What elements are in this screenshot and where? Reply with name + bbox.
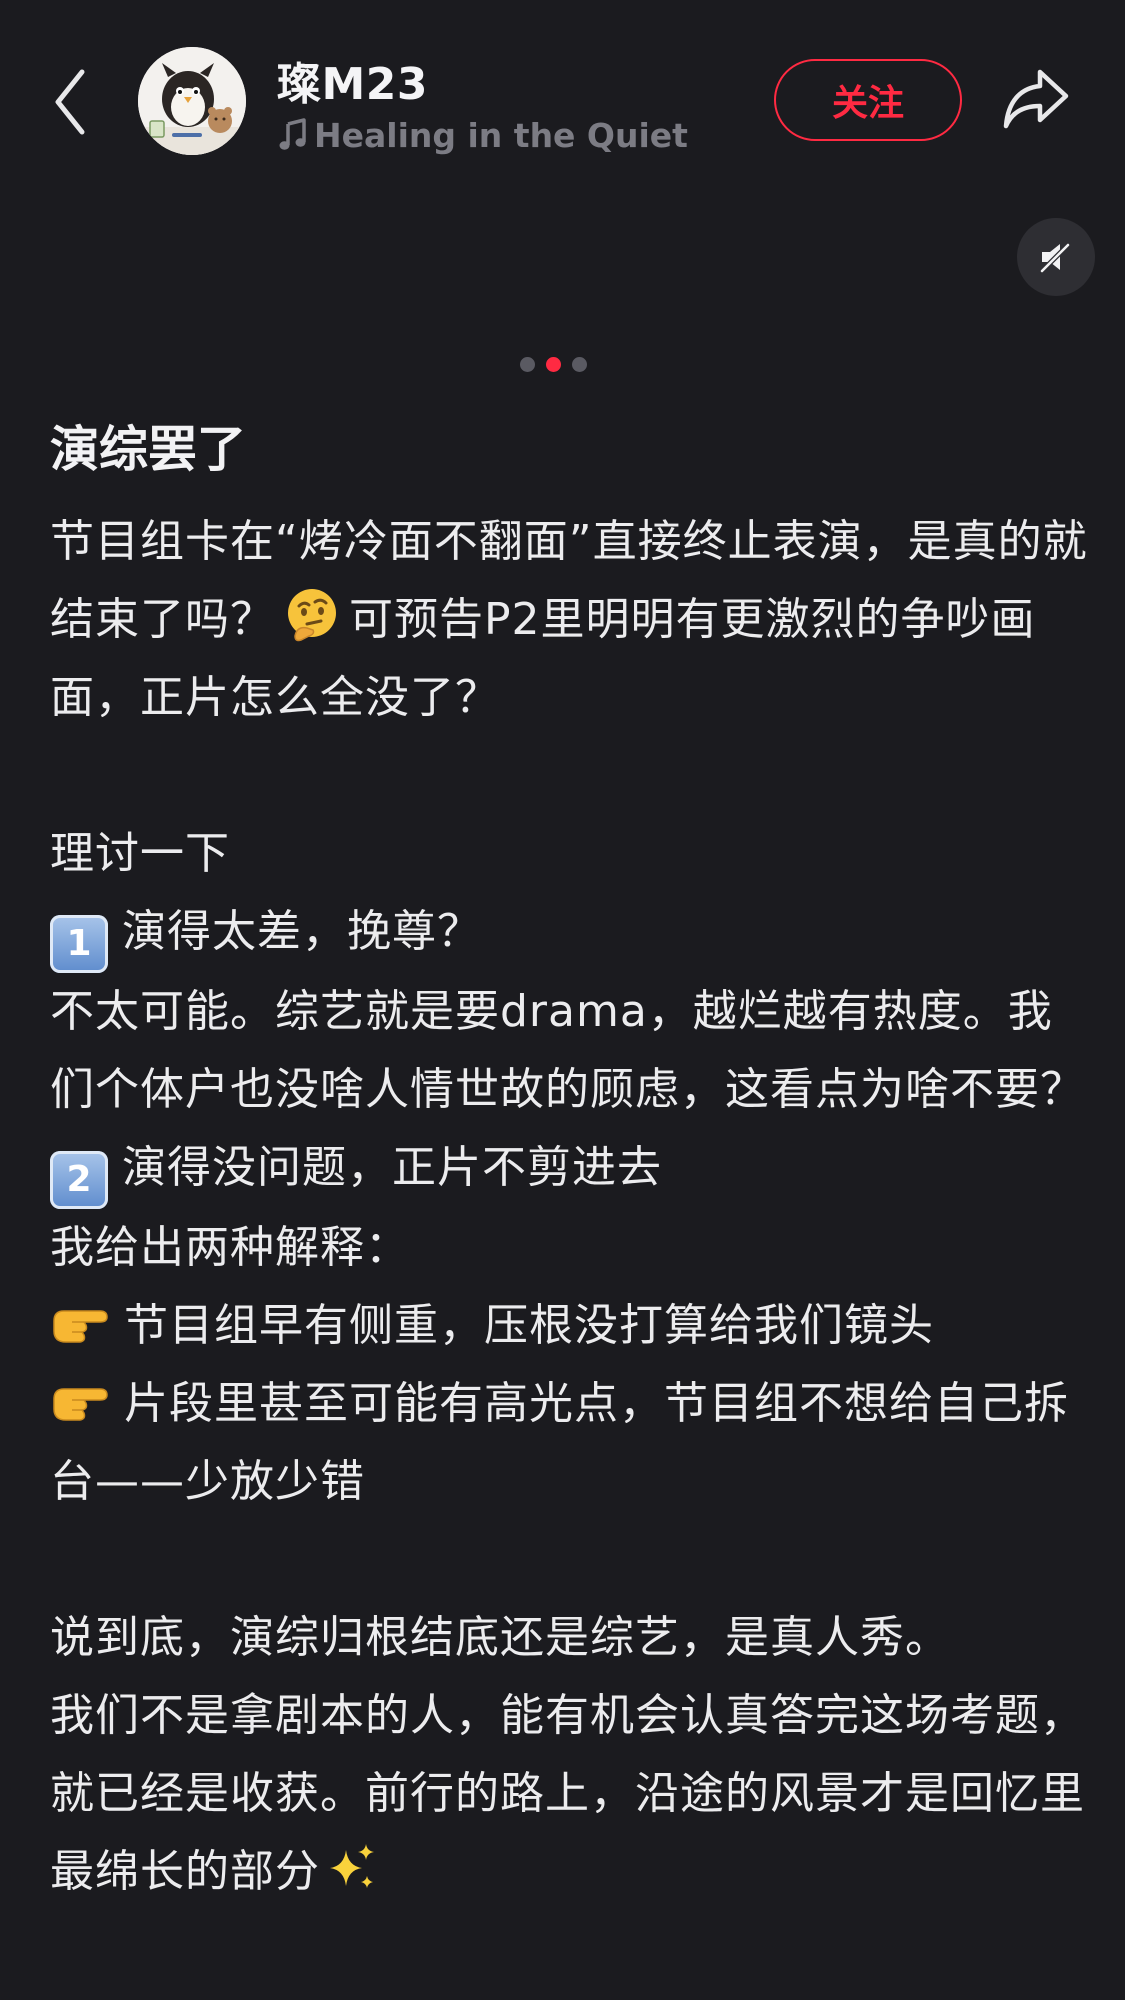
bullet-2-text: 片段里甚至可能有高光点，节目组不想给自己拆台——少放少错 (50, 1378, 1069, 1507)
back-button[interactable] (46, 62, 98, 142)
bullet-1-text: 节目组早有侧重，压根没打算给我们镜头 (124, 1300, 934, 1351)
bullet-1: 节目组早有侧重，压根没打算给我们镜头 (50, 1287, 1090, 1365)
item-1-title: 演得太差，挽尊？ (122, 906, 482, 957)
pointing-hand-icon (53, 1388, 108, 1421)
item-2-heading: 2 演得没问题，正片不剪进去 (50, 1129, 1090, 1209)
carousel-dot-3[interactable] (572, 356, 587, 372)
sparkles-icon (330, 1844, 374, 1888)
background-music[interactable]: Healing in the Quiet (278, 113, 688, 157)
chevron-left-icon (55, 69, 85, 135)
music-note-icon (279, 118, 306, 150)
carousel-dot-2-active[interactable] (546, 356, 561, 372)
item-2-title: 演得没问题，正片不剪进去 (122, 1142, 662, 1193)
post-header: 璨M23 Healing in the Quiet 关注 (0, 0, 1125, 200)
post-body: 节目组卡在“烤冷面不翻面”直接终止表演，是真的就结束了吗？ 可预告P2里明明有更… (50, 503, 1090, 1911)
speaker-muted-icon (1039, 242, 1071, 274)
bullet-2: 片段里甚至可能有高光点，节目组不想给自己拆台——少放少错 (50, 1365, 1090, 1521)
discuss-heading: 理讨一下 (50, 828, 230, 879)
conclusion-paragraph: 我们不是拿剧本的人，能有机会认真答完这场考题，就已经是收获。前行的路上，沿途的风… (50, 1677, 1090, 1911)
item-1-body: 不太可能。综艺就是要drama，越烂越有热度。我们个体户也没啥人情世故的顾虑，这… (50, 986, 1085, 1115)
carousel-dot-1[interactable] (520, 356, 535, 372)
post-title: 演综罢了 (50, 421, 247, 478)
penguin-avatar (138, 47, 246, 155)
pointing-hand-icon (53, 1310, 108, 1343)
carousel-indicator (520, 356, 587, 372)
share-button[interactable] (1000, 66, 1072, 132)
thinking-face-icon (288, 589, 336, 642)
user-name[interactable]: 璨M23 (277, 48, 428, 112)
conclusion-text: 我们不是拿剧本的人，能有机会认真答完这场考题，就已经是收获。前行的路上，沿途的风… (50, 1690, 1085, 1897)
conclusion-line-1: 说到底，演综归根结底还是综艺，是真人秀。 (50, 1612, 950, 1663)
item-1-heading: 1 演得太差，挽尊？ (50, 893, 1090, 973)
avatar[interactable] (138, 47, 246, 155)
intro-paragraph: 节目组卡在“烤冷面不翻面”直接终止表演，是真的就结束了吗？ 可预告P2里明明有更… (50, 503, 1090, 737)
keycap-2-icon: 2 (50, 1151, 108, 1209)
share-arrow-icon (1003, 69, 1069, 129)
keycap-1-icon: 1 (50, 915, 108, 973)
mute-button[interactable] (1017, 218, 1095, 296)
follow-button[interactable]: 关注 (774, 59, 962, 141)
music-title: Healing in the Quiet (314, 115, 688, 155)
explain-intro: 我给出两种解释： (50, 1222, 410, 1273)
